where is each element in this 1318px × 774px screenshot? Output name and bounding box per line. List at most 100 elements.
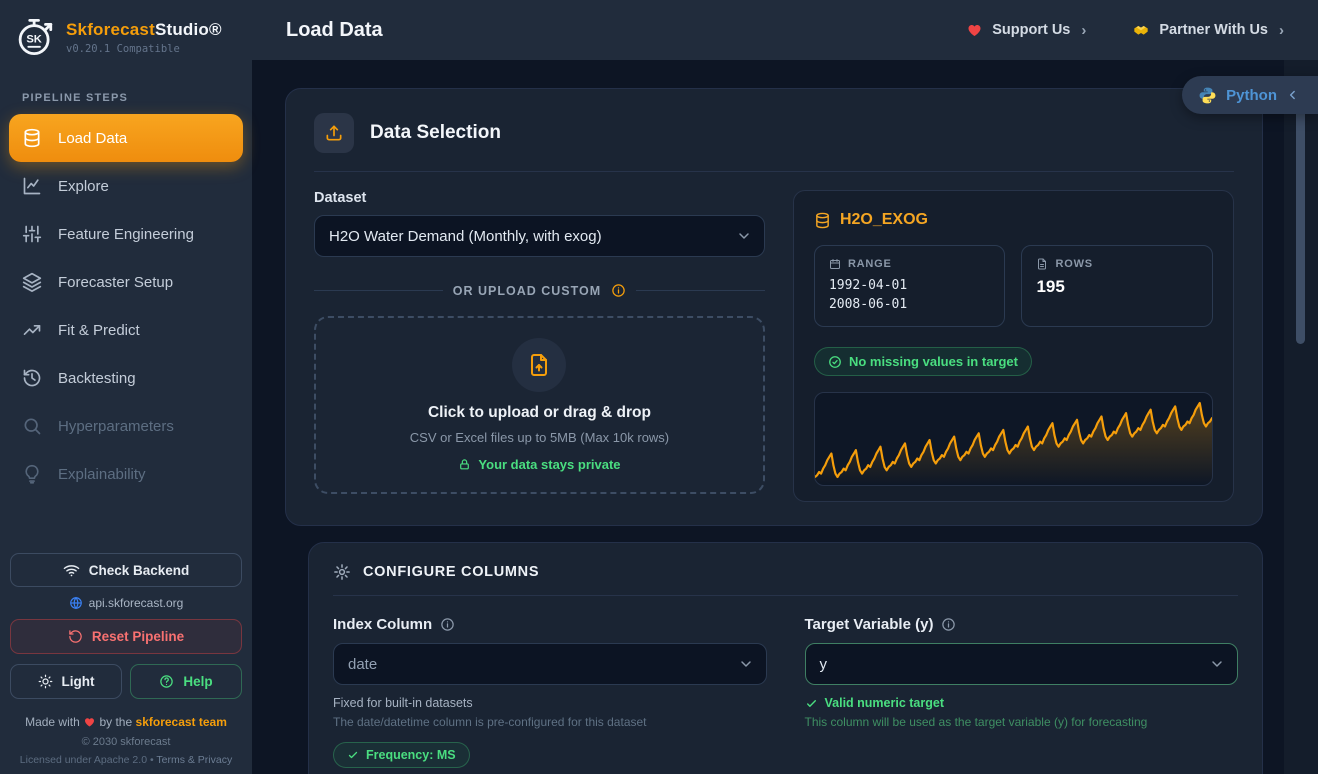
target-helper-text: This column will be used as the target v…: [805, 715, 1239, 729]
no-missing-values-text: No missing values in target: [849, 354, 1018, 369]
made-with-prefix: Made with: [25, 715, 80, 729]
file-upload-icon: [512, 338, 566, 392]
dataset-select-value: H2O Water Demand (Monthly, with exog): [329, 228, 602, 245]
upload-subtitle: CSV or Excel files up to 5MB (Max 10k ro…: [410, 430, 669, 445]
configure-columns-card: CONFIGURE COLUMNS Index Column date: [308, 542, 1263, 774]
sidebar-item-label: Load Data: [58, 130, 127, 147]
sidebar-item-label: Explore: [58, 178, 109, 195]
theme-toggle-button[interactable]: Light: [10, 664, 122, 699]
chevron-down-icon: [738, 656, 754, 672]
no-missing-values-badge: No missing values in target: [814, 347, 1032, 376]
sidebar-item-fit-predict[interactable]: Fit & Predict: [9, 306, 243, 354]
divider: [333, 595, 1238, 596]
gear-icon: [333, 563, 351, 581]
copyright-line: © 2030 skforecast: [10, 736, 242, 748]
python-tab-label: Python: [1226, 87, 1277, 104]
file-text-icon: [1036, 258, 1048, 270]
check-circle-icon: [828, 355, 842, 369]
sidebar-footer: Check Backend api.skforecast.org Reset P…: [0, 543, 252, 774]
info-icon[interactable]: [440, 617, 455, 632]
chevron-right-icon: ›: [1279, 22, 1284, 39]
sidebar-item-label: Hyperparameters: [58, 418, 174, 435]
line-chart-icon: [22, 176, 42, 196]
app-root: SK SkforecastStudio® v0.20.1 Compatible …: [0, 0, 1318, 774]
handshake-icon: [1132, 22, 1150, 38]
data-selection-card: Data Selection Dataset H2O Water Demand …: [285, 88, 1263, 526]
info-icon[interactable]: [941, 617, 956, 632]
check-backend-button[interactable]: Check Backend: [10, 553, 242, 587]
sliders-icon: [22, 224, 42, 244]
sidebar-item-explore[interactable]: Explore: [9, 162, 243, 210]
scrollbar-thumb[interactable]: [1296, 96, 1305, 344]
privacy-text: Your data stays private: [478, 457, 620, 472]
index-column-value: date: [348, 656, 377, 673]
index-column-label: Index Column: [333, 616, 432, 633]
range-start-value: 1992-04-01: [829, 277, 991, 296]
check-icon: [805, 697, 818, 710]
target-variable-select[interactable]: y: [805, 643, 1239, 685]
chevron-down-icon: [736, 228, 752, 244]
support-us-link[interactable]: Support Us ›: [966, 22, 1086, 39]
stopwatch-logo-icon: SK: [14, 16, 56, 58]
brand-logo-row: SK SkforecastStudio® v0.20.1 Compatible: [0, 0, 252, 66]
sidebar-item-backtesting[interactable]: Backtesting: [9, 354, 243, 402]
dataset-select[interactable]: H2O Water Demand (Monthly, with exog): [314, 215, 765, 257]
upload-icon: [314, 113, 354, 153]
terms-privacy-link[interactable]: Terms & Privacy: [156, 754, 232, 766]
reset-pipeline-button[interactable]: Reset Pipeline: [10, 619, 242, 654]
sparkline-svg: [815, 393, 1212, 485]
database-icon: [22, 128, 42, 148]
data-selection-title: Data Selection: [370, 122, 501, 144]
chevron-left-icon: [1286, 88, 1300, 102]
reset-pipeline-label: Reset Pipeline: [92, 629, 184, 644]
upload-title: Click to upload or drag & drop: [428, 404, 651, 422]
sidebar-item-label: Feature Engineering: [58, 226, 194, 243]
database-icon: [814, 212, 831, 229]
sidebar-item-explainability[interactable]: Explainability: [9, 450, 243, 498]
file-dropzone[interactable]: Click to upload or drag & drop CSV or Ex…: [314, 316, 765, 494]
sidebar: SK SkforecastStudio® v0.20.1 Compatible …: [0, 0, 252, 774]
target-variable-label: Target Variable (y): [805, 616, 934, 633]
help-button[interactable]: Help: [130, 664, 242, 699]
lightbulb-icon: [22, 464, 42, 484]
python-code-tab[interactable]: Python: [1182, 76, 1318, 114]
check-backend-label: Check Backend: [89, 563, 190, 578]
help-label: Help: [183, 674, 212, 689]
or-upload-divider: OR UPLOAD CUSTOM: [314, 283, 765, 298]
heart-icon: [83, 716, 96, 728]
scrollbar-track[interactable]: [1284, 60, 1318, 774]
sidebar-item-label: Explainability: [58, 466, 146, 483]
rows-label: ROWS: [1055, 258, 1092, 270]
made-with-line: Made with by the skforecast team: [10, 715, 242, 729]
logo-sk-text: SK: [26, 34, 42, 46]
rows-value: 195: [1036, 277, 1198, 297]
chevron-down-icon: [1209, 656, 1225, 672]
brand-text: SkforecastStudio® v0.20.1 Compatible: [66, 20, 222, 55]
license-line: Licensed under Apache 2.0 • Terms & Priv…: [10, 754, 242, 766]
support-us-label: Support Us: [992, 22, 1070, 38]
index-helper-secondary: The date/datetime column is pre-configur…: [333, 715, 767, 729]
sidebar-item-label: Forecaster Setup: [58, 274, 173, 291]
index-column-select[interactable]: date: [333, 643, 767, 685]
target-sparkline-chart: [814, 392, 1213, 486]
pipeline-nav: Load Data Explore Feature Engineering Fo…: [0, 114, 252, 498]
valid-target-text: Valid numeric target: [825, 696, 944, 710]
heart-icon: [966, 22, 983, 38]
sidebar-item-forecaster-setup[interactable]: Forecaster Setup: [9, 258, 243, 306]
dataset-label: Dataset: [314, 190, 765, 206]
sidebar-item-hyperparameters[interactable]: Hyperparameters: [9, 402, 243, 450]
python-icon: [1198, 86, 1217, 105]
valid-target-row: Valid numeric target: [805, 696, 1239, 710]
rotate-ccw-icon: [68, 629, 83, 644]
index-helper-primary: Fixed for built-in datasets: [333, 696, 767, 710]
sidebar-item-feature-engineering[interactable]: Feature Engineering: [9, 210, 243, 258]
target-variable-value: y: [820, 656, 828, 673]
sidebar-item-load-data[interactable]: Load Data: [9, 114, 243, 162]
frequency-badge-text: Frequency: MS: [366, 748, 456, 762]
wifi-icon: [63, 562, 80, 579]
brand-version: v0.20.1 Compatible: [66, 43, 222, 55]
info-icon[interactable]: [611, 283, 626, 298]
team-link[interactable]: skforecast team: [136, 715, 227, 729]
partner-with-us-link[interactable]: Partner With Us ›: [1132, 22, 1284, 39]
or-upload-label: OR UPLOAD CUSTOM: [453, 284, 601, 298]
